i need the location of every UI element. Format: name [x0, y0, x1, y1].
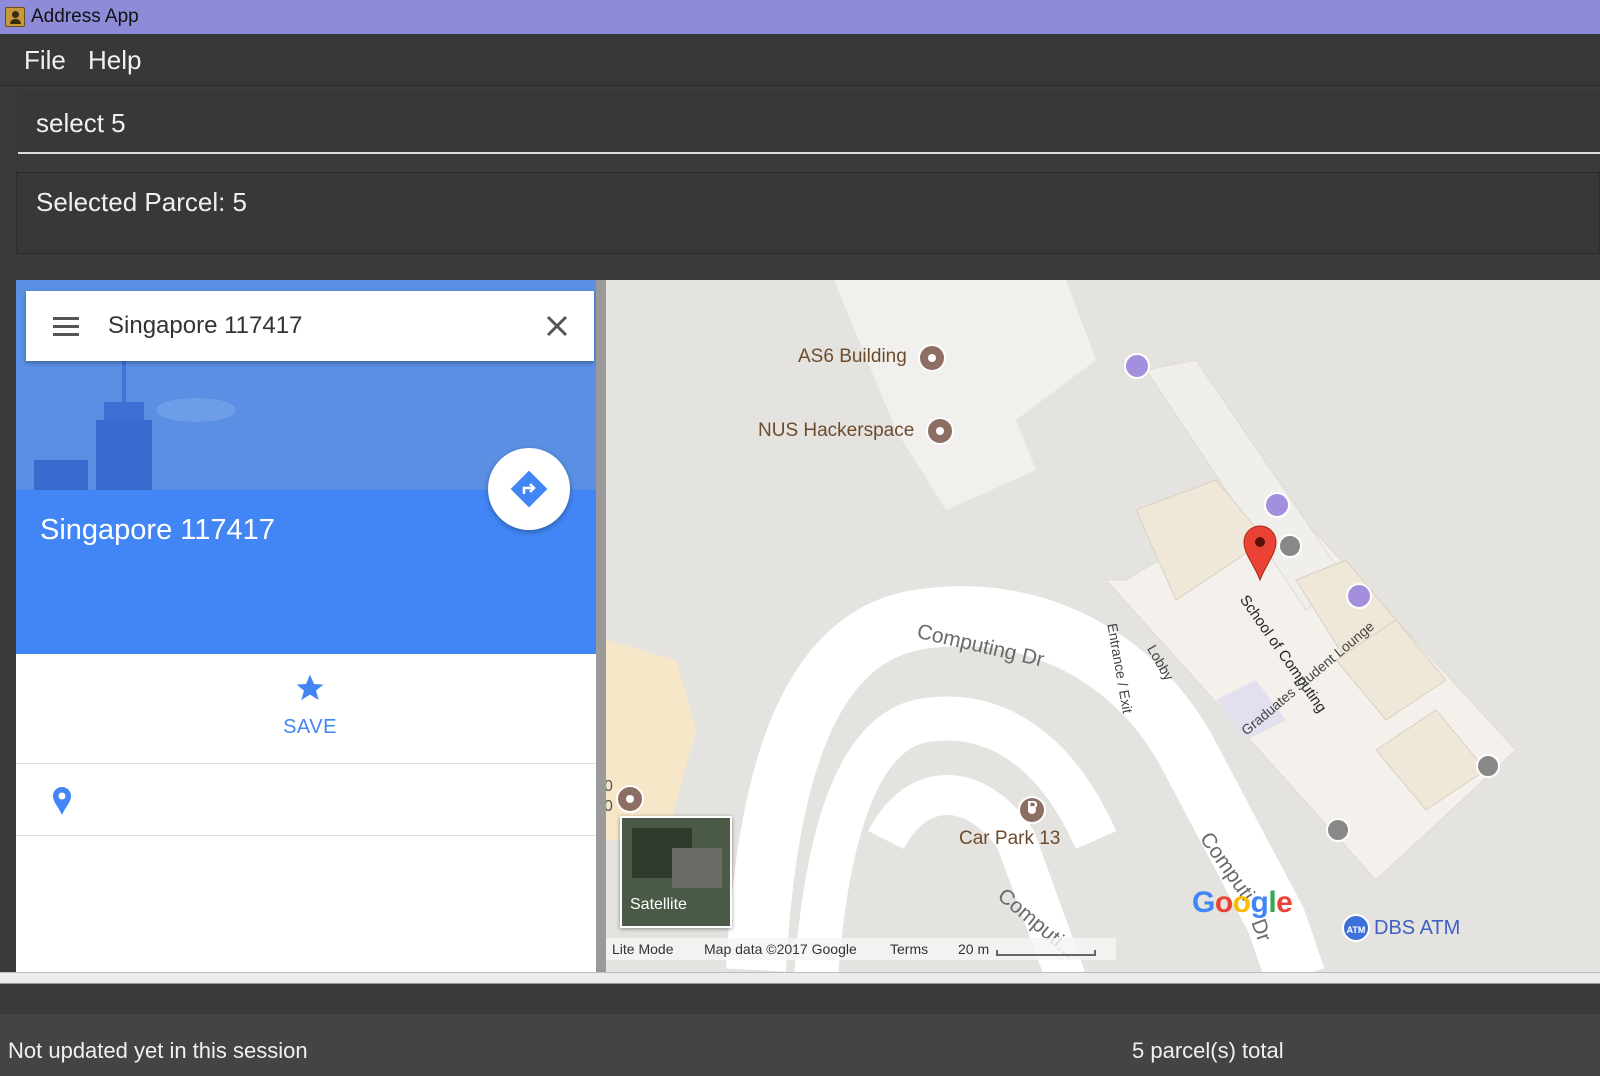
place-panel: Singapore 117417 Singapore 117417 SAVE [16, 280, 606, 978]
map-footer: Lite Mode Map data ©2017 Google Terms 20… [606, 938, 1116, 960]
stairs-icon [1476, 754, 1500, 778]
hamburger-menu-icon[interactable] [53, 317, 79, 336]
save-button[interactable]: SAVE [16, 654, 606, 764]
lite-mode-link[interactable]: Lite Mode [612, 941, 673, 957]
accessibility-icon[interactable] [1346, 583, 1372, 609]
map-label-hackerspace: NUS Hackerspace [758, 420, 915, 441]
split-divider[interactable] [0, 972, 1600, 984]
address-book-icon [5, 7, 25, 27]
sync-status: Not updated yet in this session [8, 1038, 308, 1063]
parking-badge: P [1027, 799, 1038, 816]
browser-panel[interactable]: AS6 Building NUS Hackerspace Computing D… [16, 280, 1600, 978]
map-label-as6: AS6 Building [798, 346, 907, 367]
directions-button[interactable] [488, 448, 570, 530]
menu-bar: File Help [0, 34, 1600, 86]
title-bar: Address App [0, 0, 1600, 34]
terms-link[interactable]: Terms [890, 941, 928, 957]
place-search-input[interactable]: Singapore 117417 [108, 312, 302, 340]
toilet-icon[interactable] [1264, 492, 1290, 518]
parcel-count: 5 parcel(s) total [1132, 1038, 1284, 1063]
satellite-toggle[interactable]: Satellite [620, 816, 732, 928]
atm-icon[interactable]: ATM [1342, 914, 1370, 942]
location-pin-icon [53, 787, 71, 815]
panel-scrollbar[interactable] [596, 280, 606, 978]
result-text: Selected Parcel: 5 [36, 187, 248, 217]
window-title: Address App [31, 6, 139, 27]
scale-label: 20 m [958, 941, 990, 957]
save-label: SAVE [283, 716, 337, 738]
map-data-credit: Map data ©2017 Google [704, 941, 857, 957]
satellite-label: Satellite [630, 896, 687, 913]
map-label-carpark: Car Park 13 [959, 828, 1061, 849]
info-icon[interactable] [1124, 353, 1150, 379]
map-label-atm: DBS ATM [1374, 917, 1461, 939]
place-search-bar[interactable]: Singapore 117417 [26, 291, 594, 361]
poi-icon[interactable] [616, 785, 644, 813]
menu-file[interactable]: File [24, 45, 66, 76]
place-hero: Singapore 117417 Singapore 117417 [16, 280, 606, 654]
poi-icon[interactable] [926, 417, 954, 445]
directions-icon [510, 470, 548, 508]
stairs-icon [1326, 818, 1350, 842]
status-spacer [0, 984, 1600, 1014]
result-display: Selected Parcel: 5 [16, 172, 1600, 254]
school-icon[interactable] [918, 344, 946, 372]
scale-bar [996, 950, 1096, 956]
menu-help[interactable]: Help [88, 45, 141, 76]
status-bar: Not updated yet in this session 5 parcel… [0, 1014, 1600, 1076]
command-box[interactable]: select 5 [18, 92, 1600, 154]
address-row[interactable] [16, 764, 606, 836]
command-input[interactable]: select 5 [36, 108, 126, 139]
place-title: Singapore 117417 [40, 514, 275, 546]
stairs-icon [1278, 534, 1302, 558]
close-icon[interactable] [542, 311, 572, 341]
star-icon [296, 674, 324, 700]
google-logo: Google [1192, 886, 1293, 919]
